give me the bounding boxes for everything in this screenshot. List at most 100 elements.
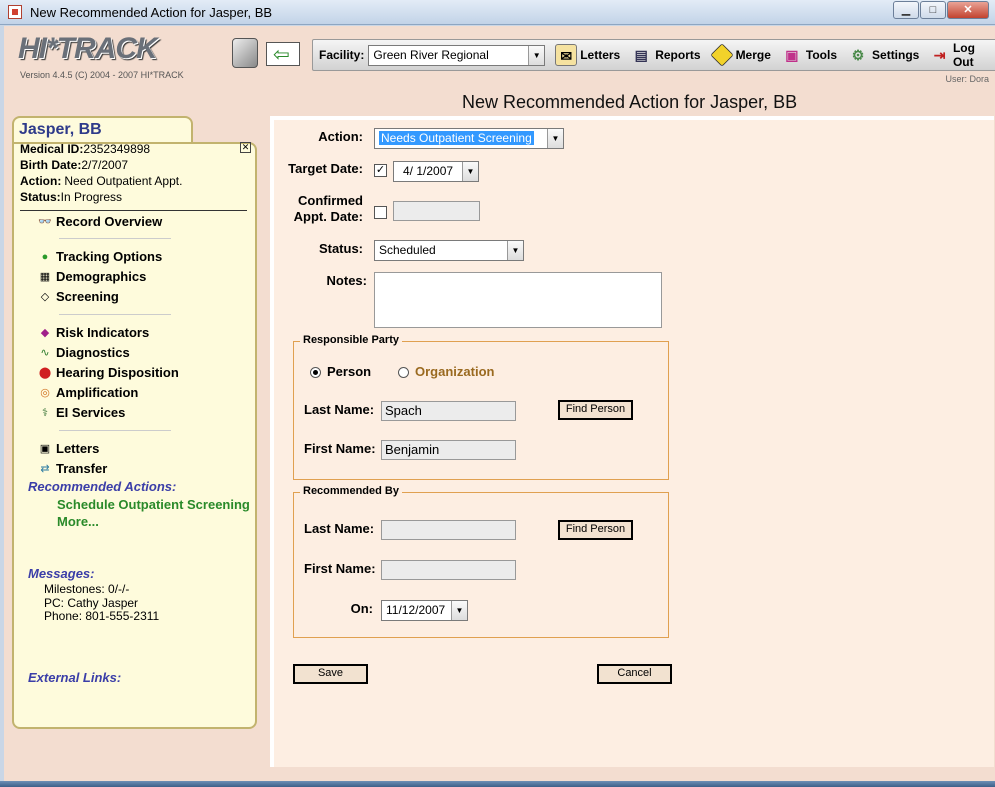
- traffic-light-icon: ●: [41, 250, 49, 263]
- medical-id-label: Medical ID:: [20, 142, 84, 156]
- reports-button[interactable]: ▤ Reports: [630, 44, 701, 66]
- nav-ei-services[interactable]: ⚕ EI Services: [38, 405, 125, 420]
- facility-select[interactable]: Green River Regional ▼: [368, 44, 546, 66]
- target-date-picker[interactable]: 4/ 1/2007 ▼: [393, 161, 479, 182]
- chevron-down-icon[interactable]: ▼: [451, 601, 467, 620]
- action-value: Need Outpatient Appt.: [64, 174, 183, 188]
- logout-label: Log Out: [952, 41, 975, 69]
- nav-screening[interactable]: ◇ Screening: [38, 289, 119, 304]
- confirmed-date-checkbox[interactable]: [374, 206, 387, 219]
- rp-first-name-field[interactable]: Benjamin: [381, 440, 516, 460]
- chevron-down-icon[interactable]: ▼: [462, 162, 478, 181]
- logout-button[interactable]: ⇥ Log Out: [929, 41, 995, 69]
- letters-icon: ✉: [555, 44, 578, 66]
- nav-separator: [59, 314, 171, 315]
- medical-id-value: 2352349898: [83, 142, 151, 156]
- back-arrow-icon[interactable]: [266, 42, 300, 67]
- external-links-heading: External Links:: [28, 670, 122, 685]
- logout-icon: ⇥: [933, 47, 946, 63]
- status-label: Status:: [20, 190, 61, 204]
- action-select-value: Needs Outpatient Screening: [379, 131, 534, 145]
- recommended-by-title: Recommended By: [300, 485, 402, 497]
- chevron-down-icon[interactable]: ▼: [507, 241, 523, 260]
- notes-textarea[interactable]: [374, 272, 662, 328]
- nav-diagnostics[interactable]: ∿ Diagnostics: [38, 345, 130, 360]
- nav-label: Transfer: [56, 461, 108, 476]
- letter-icon: ▣: [39, 442, 51, 455]
- birth-date-row: Birth Date:2/7/2007: [20, 158, 128, 172]
- reports-label: Reports: [655, 48, 701, 62]
- organization-label[interactable]: Organization: [415, 364, 494, 379]
- reports-icon: ▤: [634, 47, 648, 63]
- nav-transfer[interactable]: ⇄ Transfer: [38, 461, 107, 476]
- chevron-down-icon[interactable]: ▼: [528, 45, 545, 65]
- patient-sidebar: [12, 142, 257, 729]
- search-records-icon[interactable]: [232, 38, 258, 68]
- screening-icon: ◇: [40, 290, 50, 303]
- pc-text: PC: Cathy Jasper: [44, 596, 139, 610]
- status-row: Status:In Progress: [20, 190, 122, 204]
- chevron-down-icon[interactable]: ▼: [547, 129, 563, 148]
- window-title: New Recommended Action for Jasper, BB: [30, 5, 273, 20]
- more-link[interactable]: More...: [57, 514, 99, 529]
- merge-button[interactable]: Merge: [709, 43, 771, 67]
- nav-letters[interactable]: ▣ Letters: [38, 441, 100, 456]
- rb-last-name-field[interactable]: [381, 520, 516, 540]
- nav-record-overview[interactable]: 👓 Record Overview: [38, 214, 162, 229]
- confirmed-date-field[interactable]: [393, 201, 480, 221]
- rb-first-name-field[interactable]: [381, 560, 516, 580]
- rb-on-date-picker[interactable]: 11/12/2007 ▼: [381, 600, 468, 621]
- rp-last-name-label: Last Name:: [304, 402, 375, 417]
- action-field-label: Action:: [318, 129, 363, 144]
- nav-label: Diagnostics: [56, 345, 130, 360]
- confirmed-label-line1: Confirmed: [298, 193, 363, 208]
- organization-radio[interactable]: [398, 367, 409, 378]
- risk-icon: ◆: [40, 326, 50, 339]
- wave-icon: ∿: [40, 346, 50, 359]
- cancel-button[interactable]: Cancel: [597, 664, 672, 684]
- phone-text: Phone: 801-555-2311: [44, 609, 160, 623]
- nav-risk-indicators[interactable]: ◆ Risk Indicators: [38, 325, 149, 340]
- action-select[interactable]: Needs Outpatient Screening ▼: [374, 128, 564, 149]
- minimize-button[interactable]: ▁: [893, 1, 919, 19]
- rp-find-person-button[interactable]: Find Person: [558, 400, 633, 420]
- facility-value: Green River Regional: [373, 47, 489, 62]
- action-label: Action:: [20, 174, 62, 188]
- recommended-actions-heading: Recommended Actions:: [28, 479, 177, 494]
- status-value: In Progress: [60, 190, 123, 204]
- close-window-button[interactable]: ✕: [947, 1, 989, 19]
- rb-find-person-button[interactable]: Find Person: [558, 520, 633, 540]
- patient-name: Jasper, BB: [19, 121, 102, 138]
- nav-tracking-options[interactable]: ● Tracking Options: [38, 249, 163, 264]
- status-field-label: Status:: [318, 241, 363, 256]
- milestones-text: Milestones: 0/-/-: [44, 582, 130, 596]
- version-text: Version 4.4.5 (C) 2004 - 2007 HI*TRACK: [20, 70, 184, 80]
- services-icon: ⚕: [42, 406, 48, 419]
- rb-on-label: On:: [350, 601, 373, 616]
- nav-amplification[interactable]: ◎ Amplification: [38, 385, 138, 400]
- letters-button[interactable]: ✉ Letters: [555, 44, 620, 66]
- responsible-party-title: Responsible Party: [300, 334, 402, 346]
- nav-label: Letters: [56, 441, 100, 456]
- settings-button[interactable]: ⚙ Settings: [847, 44, 920, 66]
- person-label[interactable]: Person: [327, 364, 371, 379]
- close-patient-icon[interactable]: ✕: [240, 142, 251, 153]
- nav-label: EI Services: [56, 405, 126, 420]
- nav-demographics[interactable]: ▦ Demographics: [38, 269, 147, 284]
- rp-last-name-field[interactable]: Spach: [381, 401, 516, 421]
- target-date-value: 4/ 1/2007: [403, 164, 454, 178]
- status-select[interactable]: Scheduled ▼: [374, 240, 524, 261]
- messages-heading: Messages:: [28, 566, 95, 581]
- tools-button[interactable]: ▣ Tools: [781, 44, 837, 66]
- save-button[interactable]: Save: [293, 664, 368, 684]
- tools-label: Tools: [805, 48, 838, 62]
- facility-label: Facility:: [319, 48, 365, 62]
- recommended-action-link[interactable]: Schedule Outpatient Screening: [57, 497, 250, 512]
- notes-label: Notes:: [326, 273, 367, 288]
- person-radio[interactable]: [310, 367, 321, 378]
- nav-hearing-disposition[interactable]: ⬤ Hearing Disposition: [38, 365, 179, 380]
- rb-last-name-label: Last Name:: [304, 521, 375, 536]
- maximize-button[interactable]: □: [920, 1, 946, 19]
- target-date-checkbox[interactable]: ✓: [374, 164, 387, 177]
- nav-label: Hearing Disposition: [56, 365, 179, 380]
